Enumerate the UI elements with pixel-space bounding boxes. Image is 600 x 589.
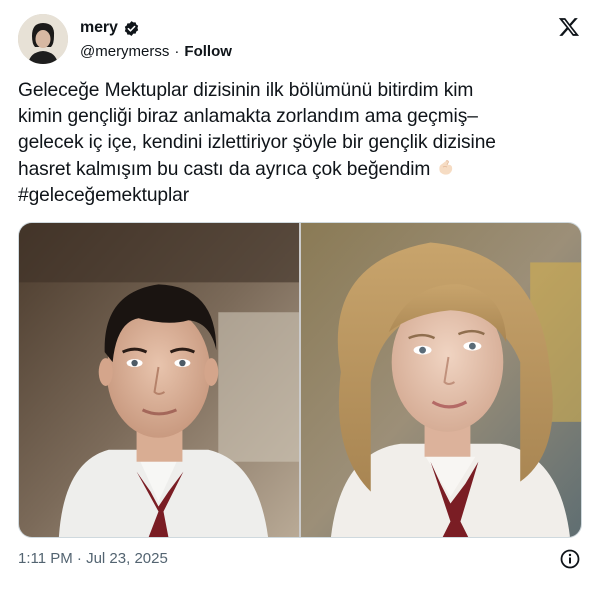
media-photo-2[interactable] [301, 223, 581, 537]
separator-dot: · [174, 43, 180, 60]
tweet-timestamp[interactable]: 1:11 PM · Jul 23, 2025 [18, 550, 168, 567]
media-grid [18, 222, 582, 538]
tweet-text-line: Geleceğe Mektuplar dizisinin ilk bölümün… [18, 80, 474, 101]
avatar[interactable] [18, 14, 68, 64]
tweet-text-line: hasret kalmışım bu castı da ayrıca çok b… [18, 156, 582, 183]
tweet-text-line: gelecek iç içe, kendini izlettiriyor şöy… [18, 132, 496, 153]
tweet-header: mery @merymerss · Follow [18, 14, 582, 64]
display-name[interactable]: mery [80, 19, 118, 37]
pinching-hand-emoji [434, 156, 456, 178]
author-info: mery @merymerss · Follow [80, 18, 232, 60]
tweet-text-segment: hasret kalmışım bu castı da ayrıca çok b… [18, 159, 431, 180]
hashtag-link[interactable]: #geleceğemektuplar [18, 183, 582, 209]
tweet-text-line: kimin gençliği biraz anlamakta zorlandım… [18, 106, 478, 127]
media-photo-1[interactable] [19, 223, 299, 537]
verified-badge-icon [123, 20, 140, 37]
info-icon[interactable] [560, 549, 580, 569]
x-logo-icon[interactable] [558, 16, 580, 38]
follow-button[interactable]: Follow [184, 43, 232, 60]
tweet-footer: 1:11 PM · Jul 23, 2025 [18, 549, 582, 571]
tweet-text: Geleceğe Mektuplar dizisinin ilk bölümün… [18, 78, 582, 209]
user-handle[interactable]: @merymerss [80, 43, 169, 60]
